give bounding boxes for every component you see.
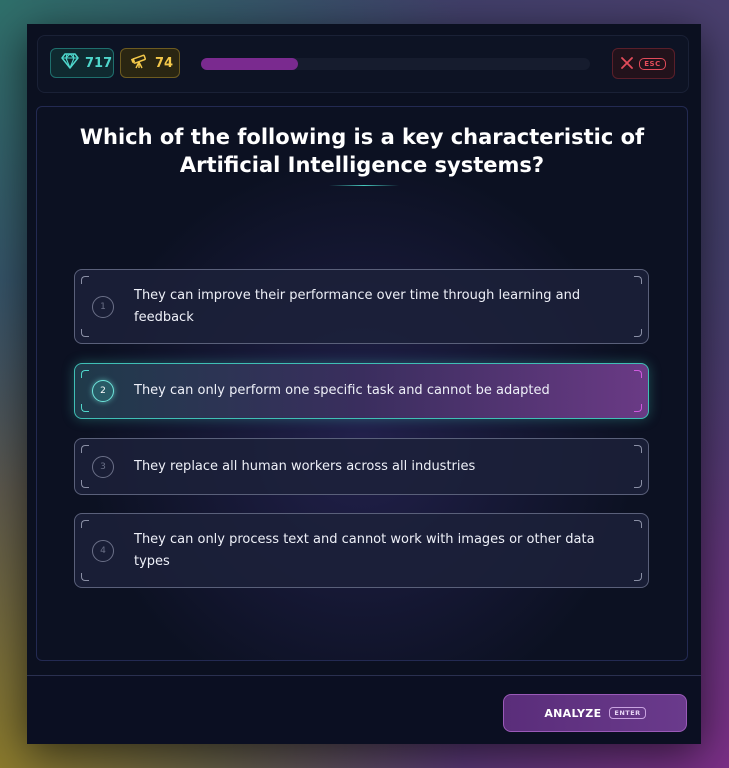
question-text: Which of the following is a key characte…	[79, 125, 645, 177]
gems-counter: 717	[50, 48, 114, 78]
option-number-badge: 4	[92, 539, 114, 562]
option-label: They can only perform one specific task …	[134, 383, 550, 398]
option-number-badge: 3	[92, 455, 114, 478]
close-x-icon	[621, 54, 634, 73]
answer-option-4[interactable]: 4 They can only process text and cannot …	[74, 513, 649, 588]
esc-shortcut-badge: ESC	[639, 57, 666, 70]
progress-fill	[201, 58, 299, 70]
diamond-icon	[61, 53, 79, 73]
quiz-window: 717 74 ESC Which of the following is a k…	[27, 24, 701, 744]
telescope-counter: 74	[120, 48, 180, 78]
option-label: They replace all human workers across al…	[134, 458, 476, 474]
option-number-badge: 1	[92, 295, 114, 318]
option-label: They can only process text and cannot wo…	[134, 531, 595, 569]
option-number-badge: 2	[92, 380, 114, 402]
telescope-value: 74	[155, 55, 174, 71]
answer-option-1[interactable]: 1 They can improve their performance ove…	[74, 269, 649, 344]
question-panel: Which of the following is a key characte…	[36, 106, 688, 661]
gems-value: 717	[85, 55, 113, 71]
option-label: They can improve their performance over …	[134, 287, 581, 325]
footer-bar: ANALYZE ENTER	[27, 675, 701, 744]
top-bar: 717 74 ESC	[37, 35, 689, 93]
analyze-label: ANALYZE	[544, 706, 602, 720]
close-button[interactable]: ESC	[612, 48, 675, 79]
answer-option-2[interactable]: 2 They can only perform one specific tas…	[74, 363, 649, 419]
enter-shortcut-badge: ENTER	[609, 707, 646, 719]
telescope-icon	[130, 53, 149, 73]
answer-option-3[interactable]: 3 They replace all human workers across …	[74, 438, 649, 495]
analyze-button[interactable]: ANALYZE ENTER	[503, 694, 687, 732]
question-underline	[329, 185, 399, 186]
progress-bar	[201, 58, 590, 70]
